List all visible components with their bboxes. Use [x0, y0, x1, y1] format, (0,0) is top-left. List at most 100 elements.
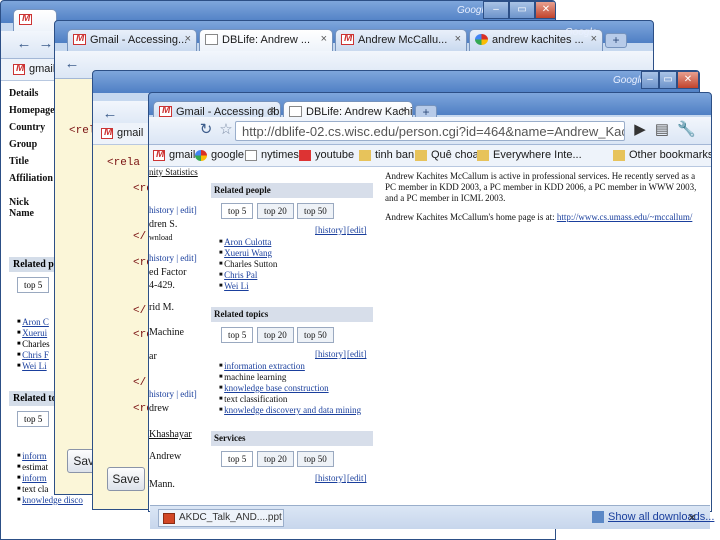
list-item[interactable]: knowledge disco: [17, 495, 83, 506]
tab-top5[interactable]: top 5: [221, 203, 254, 219]
list-item[interactable]: Wei Li: [17, 361, 50, 372]
tab-gmail[interactable]: [13, 9, 57, 31]
play-icon[interactable]: ▶: [631, 122, 649, 140]
new-tab-button[interactable]: +: [605, 33, 627, 48]
list-item[interactable]: Aron C: [17, 317, 50, 328]
topic-name: machine learning: [224, 372, 287, 382]
fragment-link[interactable]: history | edit]: [149, 205, 197, 215]
maximize-button[interactable]: ▭: [509, 1, 535, 19]
history-link[interactable]: [history]: [315, 473, 346, 483]
minimize-button[interactable]: –: [641, 71, 659, 89]
fragment-text: Khashayar: [149, 429, 192, 440]
back-arrow-icon[interactable]: ←: [101, 106, 119, 124]
list-item[interactable]: Chris F: [17, 350, 50, 361]
bookmark-gmail[interactable]: gmail: [153, 149, 195, 161]
list-item[interactable]: information extraction: [219, 361, 361, 372]
bookmark-nytimes[interactable]: nytimes: [245, 149, 299, 161]
list-item[interactable]: knowledge base construction: [219, 383, 361, 394]
gmail-icon: [73, 33, 86, 45]
bookmark-gmail[interactable]: gmail: [101, 127, 143, 139]
person-link[interactable]: Xuerui Wang: [224, 248, 272, 258]
homepage-link[interactable]: http://www.cs.umass.edu/~mccallum/: [557, 212, 693, 222]
close-tab-icon[interactable]: ×: [455, 33, 461, 45]
people-list: Aron Culotta Xuerui Wang Charles Sutton …: [219, 237, 277, 292]
list-item[interactable]: knowledge discovery and data mining: [219, 405, 361, 416]
fragment-text: Machine: [149, 327, 184, 338]
history-link[interactable]: [history]: [315, 225, 346, 235]
bookmark-tinh-ban[interactable]: tinh ban: [359, 149, 414, 161]
bookmark-other[interactable]: Other bookmarks: [613, 149, 711, 161]
close-tab-icon[interactable]: ×: [321, 33, 327, 45]
close-downloads-icon[interactable]: ×: [688, 509, 696, 525]
close-tab-icon[interactable]: ×: [401, 105, 407, 117]
xml-line: </: [133, 231, 147, 243]
person-link[interactable]: Wei Li: [224, 281, 249, 291]
bookmark-gmail[interactable]: gmail: [13, 63, 55, 75]
bookmark-label: tinh ban: [375, 149, 415, 161]
list-item: machine learning: [219, 372, 361, 383]
tab-top20[interactable]: top 20: [257, 327, 294, 343]
person-link[interactable]: Chris Pal: [224, 270, 257, 280]
back-arrow-icon[interactable]: ←: [63, 56, 81, 74]
tab-top50[interactable]: top 50: [297, 203, 334, 219]
close-button[interactable]: ✕: [535, 1, 555, 19]
topic-link[interactable]: information extraction: [224, 361, 305, 371]
fragment-link[interactable]: history | edit]: [149, 253, 197, 263]
edit-link[interactable]: [edit]: [347, 473, 367, 483]
bookmark-label: gmail: [169, 149, 196, 161]
tab-top20[interactable]: top 20: [257, 203, 294, 219]
downloads-bar: AKDC_Talk_AND....ppt Show all downloads.…: [150, 505, 714, 529]
minimize-button[interactable]: –: [483, 1, 509, 19]
edit-link[interactable]: [edit]: [347, 349, 367, 359]
person-link[interactable]: Wei Li: [22, 361, 47, 371]
list-item[interactable]: Xuerui: [17, 328, 50, 339]
tab-top5-people[interactable]: top 5: [17, 277, 50, 293]
tab-top5[interactable]: top 5: [221, 451, 254, 467]
tab-dblife[interactable]: DBLife: Andrew ... ×: [199, 29, 333, 51]
person-link[interactable]: Chris F: [22, 350, 49, 360]
tab-mccallum[interactable]: Andrew McCallu... ×: [335, 29, 467, 51]
save-button[interactable]: Save: [107, 467, 145, 491]
person-link[interactable]: Xuerui: [22, 328, 47, 338]
fragment-link[interactable]: history | edit]: [149, 389, 197, 399]
wrench-icon[interactable]: 🔧: [677, 122, 696, 140]
close-tab-icon[interactable]: ×: [185, 33, 191, 45]
title-bar[interactable]: Gmail - Accessing...× DBLife: Andrew ...…: [55, 21, 653, 51]
forward-arrow-icon[interactable]: →: [37, 36, 55, 54]
topic-link[interactable]: knowledge disco: [22, 495, 83, 505]
list-item[interactable]: Chris Pal: [219, 270, 277, 281]
topic-link[interactable]: inform: [22, 451, 47, 461]
history-link[interactable]: [history]: [315, 349, 346, 359]
tab-top50[interactable]: top 50: [297, 327, 334, 343]
bookmark-google[interactable]: google: [195, 149, 244, 161]
document-icon: [205, 34, 218, 45]
bookmark-everywhere[interactable]: Everywhere Inte...: [477, 149, 582, 161]
tab-top5-topics[interactable]: top 5: [17, 411, 50, 427]
list-item[interactable]: Aron Culotta: [219, 237, 277, 248]
maximize-button[interactable]: ▭: [659, 71, 677, 89]
list-item[interactable]: Xuerui Wang: [219, 248, 277, 259]
address-bar[interactable]: http://dblife-02.cs.wisc.edu/person.cgi?…: [235, 121, 625, 141]
download-item[interactable]: AKDC_Talk_AND....ppt: [158, 509, 284, 527]
bookmark-youtube[interactable]: youtube: [299, 149, 354, 161]
list-item[interactable]: Wei Li: [219, 281, 277, 292]
reload-icon[interactable]: ↻: [197, 122, 215, 140]
topic-link[interactable]: inform: [22, 473, 47, 483]
close-button[interactable]: ✕: [677, 71, 699, 89]
topic-link[interactable]: knowledge base construction: [224, 383, 328, 393]
page-menu-icon[interactable]: ▤: [653, 122, 671, 140]
person-link[interactable]: Aron C: [22, 317, 49, 327]
tab-top20[interactable]: top 20: [257, 451, 294, 467]
tab-gmail[interactable]: Gmail - Accessing...×: [67, 29, 197, 51]
topic-link[interactable]: knowledge discovery and data mining: [224, 405, 361, 415]
bookmark-que-choa[interactable]: Quê choa: [415, 149, 479, 161]
close-tab-icon[interactable]: ×: [269, 105, 275, 117]
star-icon[interactable]: ☆: [217, 122, 235, 140]
browser-window-dblife: Gmail - Accessing dbli...× DBLife: Andre…: [148, 92, 712, 512]
tab-top5[interactable]: top 5: [221, 327, 254, 343]
tab-top50[interactable]: top 50: [297, 451, 334, 467]
topic-name: estimat: [22, 462, 49, 472]
back-arrow-icon[interactable]: ←: [15, 36, 33, 54]
person-link[interactable]: Aron Culotta: [224, 237, 271, 247]
edit-link[interactable]: [edit]: [347, 225, 367, 235]
